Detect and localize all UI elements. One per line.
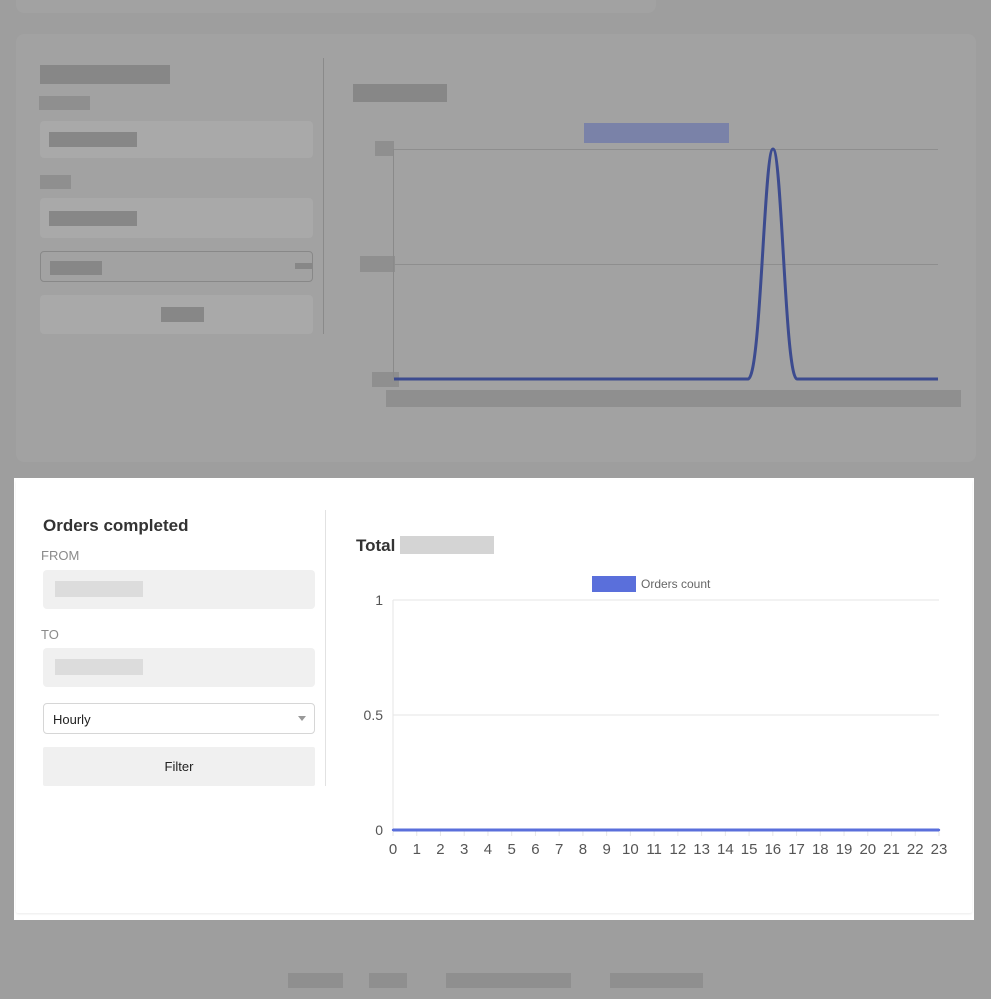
- x-tick-label: 9: [602, 841, 610, 858]
- x-tick-label: 22: [907, 841, 924, 858]
- x-tick-label: 20: [859, 841, 876, 858]
- x-tick-label: 18: [812, 841, 829, 858]
- data-point: [415, 828, 418, 832]
- y-tick-label: 0.5: [364, 707, 384, 723]
- x-tick-label: 8: [579, 841, 587, 858]
- data-point: [463, 828, 466, 832]
- data-point: [700, 828, 703, 832]
- data-point: [747, 828, 751, 832]
- legend-swatch: [592, 576, 636, 592]
- data-point: [557, 828, 561, 832]
- y-tick-label: 1: [375, 592, 383, 608]
- orders-completed-card: Orders completed FROM TO Hourly Filter T…: [16, 480, 972, 913]
- x-tick-label: 15: [741, 841, 758, 858]
- data-point: [724, 828, 727, 832]
- background-chart-line: [394, 147, 938, 381]
- data-point: [914, 828, 917, 832]
- x-tick-label: 12: [670, 841, 687, 858]
- data-point: [652, 828, 656, 832]
- x-tick-label: 5: [508, 841, 516, 858]
- legend-label: Orders count: [641, 577, 711, 591]
- background-card-top: [16, 0, 656, 13]
- x-tick-label: 7: [555, 841, 563, 858]
- x-tick-label: 3: [460, 841, 468, 858]
- data-point: [842, 828, 846, 832]
- y-tick-label: 0: [375, 822, 383, 838]
- data-point: [866, 828, 869, 832]
- x-tick-label: 17: [788, 841, 805, 858]
- x-tick-label: 10: [622, 841, 639, 858]
- footer-placeholder: [610, 973, 703, 988]
- data-point: [629, 828, 632, 832]
- x-tick-label: 16: [764, 841, 781, 858]
- x-tick-label: 0: [389, 841, 397, 858]
- data-point: [605, 828, 608, 832]
- footer-placeholder: [369, 973, 407, 988]
- orders-completed-panel: Orders completed FROM TO Hourly Filter T…: [14, 478, 974, 920]
- x-tick-label: 14: [717, 841, 734, 858]
- x-tick-label: 19: [836, 841, 853, 858]
- data-point: [771, 828, 775, 832]
- orders-chart: 00.510 1 2 3 4 5 6 7 8 9 10 11 12 13 14 15 16 17 18 19 20 21 2…: [364, 576, 948, 858]
- footer-placeholder: [446, 973, 571, 988]
- x-tick-label: 23: [931, 841, 948, 858]
- data-point: [391, 828, 395, 832]
- footer-placeholder: [288, 973, 343, 988]
- data-point: [676, 828, 680, 832]
- data-point: [890, 828, 893, 832]
- data-point: [937, 828, 941, 832]
- data-point: [819, 828, 822, 832]
- x-tick-label: 13: [693, 841, 710, 858]
- data-point: [581, 828, 585, 832]
- x-tick-label: 1: [413, 841, 421, 858]
- x-tick-label: 11: [646, 841, 662, 858]
- x-tick-label: 4: [484, 841, 492, 858]
- background-card-previous-stats: [16, 34, 976, 462]
- data-point: [534, 828, 537, 832]
- x-tick-label: 21: [883, 841, 900, 858]
- data-point: [510, 828, 513, 832]
- data-point: [486, 828, 490, 832]
- data-point: [439, 828, 442, 832]
- x-tick-label: 6: [531, 841, 539, 858]
- x-tick-label: 2: [436, 841, 444, 858]
- data-point: [795, 828, 798, 832]
